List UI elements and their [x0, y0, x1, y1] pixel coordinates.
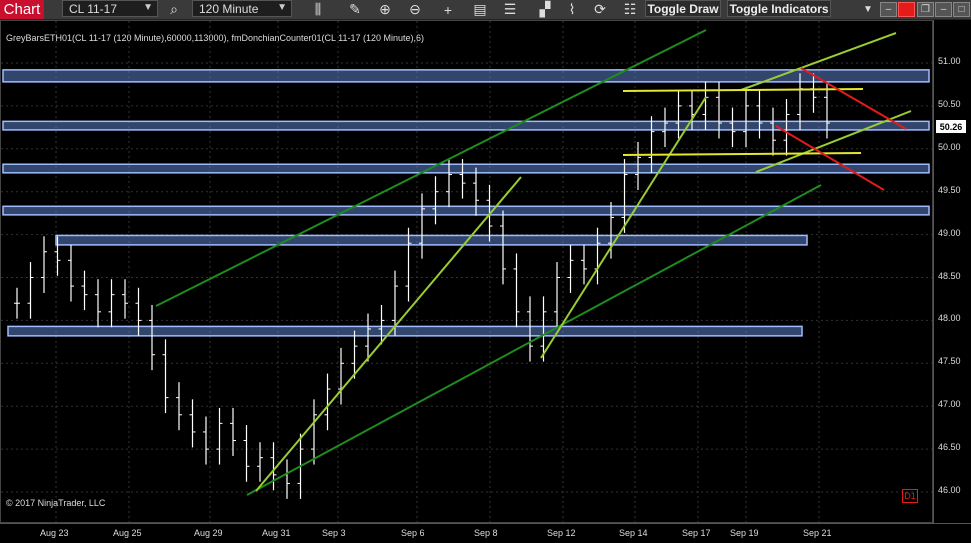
price-chart [1, 21, 932, 522]
zoom-in-icon[interactable]: ⊕ [375, 0, 395, 19]
copyright-label: © 2017 NinjaTrader, LLC [6, 498, 106, 508]
sr-zone [7, 325, 803, 337]
price-tick-label: 48.00 [938, 313, 961, 324]
d1-badge[interactable]: D1 [902, 489, 918, 503]
restore-icon[interactable]: ❐ [917, 2, 934, 17]
price-tick-label: 49.00 [938, 227, 961, 238]
green-trend-line [540, 96, 707, 359]
time-tick-label: Sep 3 [322, 528, 346, 538]
zoom-out-icon[interactable]: ⊖ [405, 0, 425, 19]
price-tick-label: 51.00 [938, 56, 961, 66]
instrument-selector[interactable]: CL 11-17 ▼ [62, 0, 158, 17]
maximize-window-icon[interactable]: □ [953, 2, 970, 17]
sr-zone [2, 163, 930, 174]
reload-icon[interactable]: ⟳ [590, 0, 610, 19]
price-tick-label: 46.00 [938, 485, 961, 495]
search-icon[interactable]: ⌕ [164, 0, 184, 19]
price-tick-label: 47.50 [938, 356, 961, 367]
dark-green-trend-line [246, 184, 822, 496]
pencil-icon[interactable]: ✎ [345, 0, 365, 19]
chevron-down-icon: ▼ [143, 2, 153, 13]
time-tick-label: Sep 6 [401, 528, 425, 538]
price-tick-label: 49.50 [938, 184, 961, 195]
chart-tab[interactable]: Chart [0, 0, 44, 19]
current-price-marker: 50.26 [936, 120, 966, 133]
price-tick-label: 50.00 [938, 141, 961, 152]
green-trend-line [755, 110, 912, 173]
minimize-window-icon[interactable]: – [935, 2, 952, 17]
time-tick-label: Sep 17 [682, 528, 711, 538]
sr-zone [2, 120, 930, 131]
time-tick-label: Sep 21 [803, 528, 832, 538]
data-box-icon[interactable]: ▤ [470, 0, 490, 19]
chart-plot-area[interactable] [0, 20, 933, 523]
chevron-down-icon[interactable]: ▼ [858, 0, 878, 19]
toggle-draw-button[interactable]: Toggle Draw [645, 0, 721, 17]
price-tick-label: 47.00 [938, 399, 961, 410]
time-tick-label: Aug 29 [194, 528, 223, 538]
time-tick-label: Aug 25 [113, 528, 142, 538]
minimize-icon[interactable]: – [880, 2, 897, 17]
time-tick-label: Aug 23 [40, 528, 69, 538]
time-tick-label: Sep 19 [730, 528, 759, 538]
drawing-tools-icon[interactable]: ⌇ [562, 0, 582, 19]
properties-icon[interactable]: ☷ [620, 0, 640, 19]
bar-chart-icon[interactable]: ⫼ [308, 0, 328, 19]
price-tick-label: 46.50 [938, 442, 961, 453]
price-tick-label: 50.50 [938, 98, 961, 109]
time-tick-label: Aug 31 [262, 528, 291, 538]
time-tick-label: Sep 8 [474, 528, 498, 538]
price-tick-label: 48.50 [938, 270, 961, 281]
hand-icon[interactable]: ☰ [500, 0, 520, 19]
close-icon[interactable] [898, 2, 915, 17]
crosshair-icon[interactable]: + [438, 0, 458, 19]
time-tick-label: Sep 14 [619, 528, 648, 538]
chevron-down-icon: ▼ [277, 2, 287, 13]
interval-label: 120 Minute [199, 1, 259, 16]
indicator-label: GreyBarsETH01(CL 11-17 (120 Minute),6000… [6, 33, 425, 43]
instrument-label: CL 11-17 [69, 1, 118, 16]
interval-selector[interactable]: 120 Minute ▼ [192, 0, 292, 17]
sr-zone [55, 234, 808, 246]
time-tick-label: Sep 12 [547, 528, 576, 538]
chart-style-icon[interactable]: ▞ [535, 0, 555, 19]
chart-toolbar: Chart CL 11-17 ▼ ⌕ 120 Minute ▼ ⫼ ✎ ⊕ ⊖ … [0, 0, 971, 20]
sr-zone [2, 205, 930, 216]
toggle-indicators-button[interactable]: Toggle Indicators [727, 0, 831, 17]
